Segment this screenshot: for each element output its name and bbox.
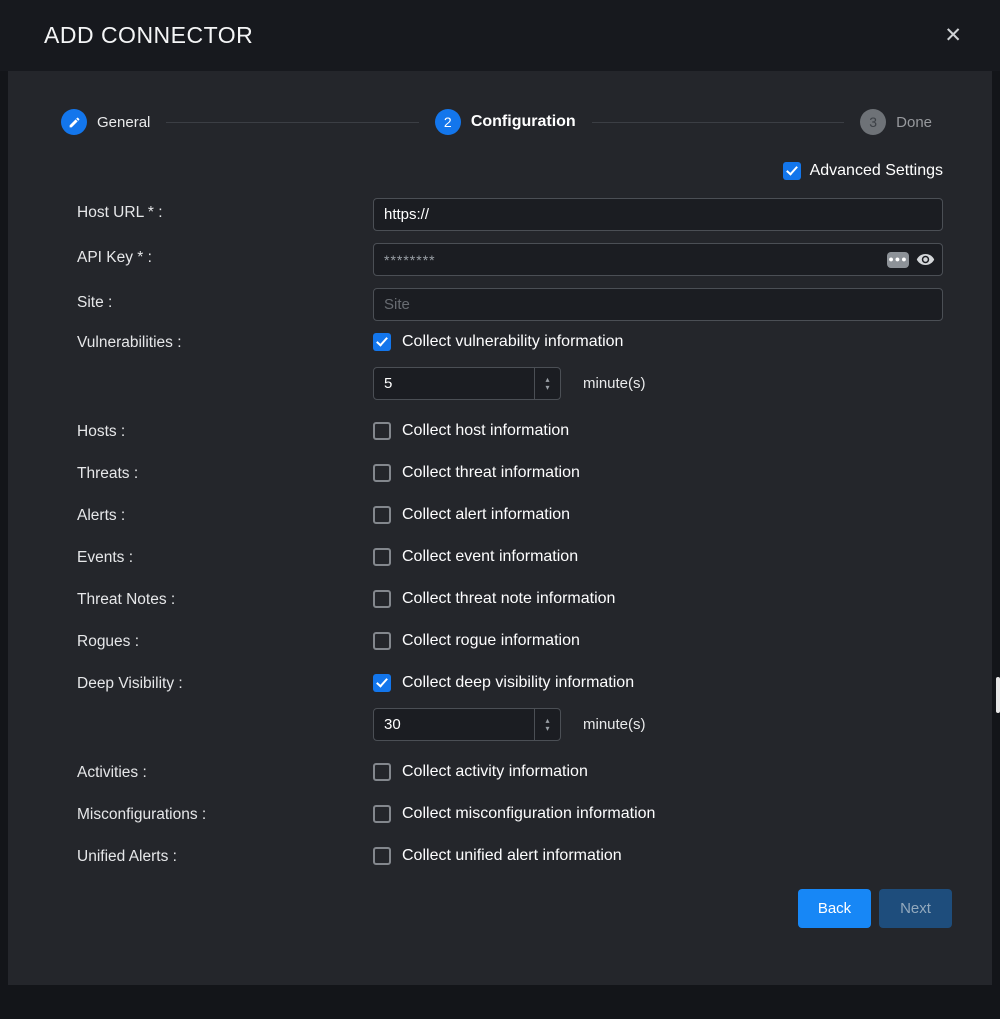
stepper: General 2 Configuration 3 Done: [8, 71, 992, 135]
step-done-circle: 3: [860, 109, 886, 135]
threats-checkbox[interactable]: [373, 464, 391, 482]
deep-visibility-interval-stepper: ▴ ▾: [373, 708, 561, 741]
close-icon[interactable]: ✕: [944, 25, 962, 46]
vulnerabilities-interval-stepper: ▴ ▾: [373, 367, 561, 400]
vulnerabilities-interval-unit: minute(s): [583, 375, 646, 392]
spinner-down-icon[interactable]: ▾: [545, 725, 549, 733]
advanced-settings-row: Advanced Settings: [8, 162, 992, 180]
misconfigurations-row: Misconfigurations : Collect misconfigura…: [77, 805, 943, 824]
alerts-checkbox-label: Collect alert information: [402, 506, 570, 524]
connector-form: Host URL * : API Key * : ●●●: [8, 198, 992, 866]
rogues-checkbox-label: Collect rogue information: [402, 632, 580, 650]
vulnerabilities-label: Vulnerabilities :: [77, 334, 182, 351]
hosts-checkbox-label: Collect host information: [402, 422, 569, 440]
rogues-checkbox[interactable]: [373, 632, 391, 650]
unified-alerts-checkbox[interactable]: [373, 847, 391, 865]
vulnerabilities-row: Vulnerabilities : Collect vulnerability …: [77, 333, 943, 400]
step-general[interactable]: General: [61, 109, 150, 135]
deep-visibility-row: Deep Visibility : Collect deep visibilit…: [77, 674, 943, 741]
unified-alerts-row: Unified Alerts : Collect unified alert i…: [77, 847, 943, 866]
step-done[interactable]: 3 Done: [860, 109, 932, 135]
scrollbar-thumb[interactable]: [996, 677, 1000, 713]
modal-title: ADD CONNECTOR: [44, 22, 253, 49]
site-input[interactable]: [373, 288, 943, 321]
misconfigurations-checkbox[interactable]: [373, 805, 391, 823]
unified-alerts-checkbox-label: Collect unified alert information: [402, 847, 622, 865]
advanced-settings-label: Advanced Settings: [810, 162, 943, 180]
step-general-circle: [61, 109, 87, 135]
activities-label: Activities :: [77, 764, 147, 781]
alerts-label: Alerts :: [77, 507, 125, 524]
hosts-checkbox[interactable]: [373, 422, 391, 440]
activities-checkbox-label: Collect activity information: [402, 763, 588, 781]
back-button[interactable]: Back: [798, 889, 871, 928]
rogues-label: Rogues :: [77, 633, 139, 650]
vulnerabilities-interval-input[interactable]: [374, 368, 534, 399]
stepper-connector: [166, 122, 418, 123]
host-url-input[interactable]: [373, 198, 943, 231]
events-checkbox[interactable]: [373, 548, 391, 566]
alerts-row: Alerts : Collect alert information: [77, 506, 943, 525]
ellipsis-icon[interactable]: ●●●: [887, 252, 909, 268]
vulnerabilities-checkbox-label: Collect vulnerability information: [402, 333, 623, 351]
threat-notes-label: Threat Notes :: [77, 591, 175, 608]
vulnerabilities-checkbox[interactable]: [373, 333, 391, 351]
advanced-settings-checkbox[interactable]: [783, 162, 801, 180]
threat-notes-row: Threat Notes : Collect threat note infor…: [77, 590, 943, 609]
threats-row: Threats : Collect threat information: [77, 464, 943, 483]
host-url-label: Host URL * :: [77, 204, 163, 221]
site-label: Site :: [77, 294, 112, 311]
unified-alerts-label: Unified Alerts :: [77, 848, 177, 865]
misconfigurations-label: Misconfigurations :: [77, 806, 206, 823]
site-row: Site :: [77, 288, 943, 321]
host-url-row: Host URL * :: [77, 198, 943, 231]
threats-checkbox-label: Collect threat information: [402, 464, 580, 482]
api-key-input[interactable]: [373, 243, 943, 276]
hosts-label: Hosts :: [77, 423, 125, 440]
api-key-row: API Key * : ●●●: [77, 243, 943, 276]
rogues-row: Rogues : Collect rogue information: [77, 632, 943, 651]
deep-visibility-label: Deep Visibility :: [77, 675, 183, 692]
threats-label: Threats :: [77, 465, 138, 482]
spinner-control[interactable]: ▴ ▾: [534, 368, 560, 399]
misconfigurations-checkbox-label: Collect misconfiguration information: [402, 805, 655, 823]
deep-visibility-interval-input[interactable]: [374, 709, 534, 740]
events-row: Events : Collect event information: [77, 548, 943, 567]
events-label: Events :: [77, 549, 133, 566]
alerts-checkbox[interactable]: [373, 506, 391, 524]
step-done-label: Done: [896, 114, 932, 131]
step-configuration[interactable]: 2 Configuration: [435, 109, 576, 135]
step-general-label: General: [97, 114, 150, 131]
footer: Back Next: [8, 889, 992, 928]
activities-checkbox[interactable]: [373, 763, 391, 781]
modal-header: ADD CONNECTOR ✕: [0, 0, 1000, 71]
spinner-control[interactable]: ▴ ▾: [534, 709, 560, 740]
next-button[interactable]: Next: [879, 889, 952, 928]
hosts-row: Hosts : Collect host information: [77, 422, 943, 441]
step-configuration-label: Configuration: [471, 113, 576, 131]
eye-icon[interactable]: [916, 250, 935, 269]
activities-row: Activities : Collect activity informatio…: [77, 763, 943, 782]
stepper-connector: [592, 122, 844, 123]
spinner-down-icon[interactable]: ▾: [545, 384, 549, 392]
events-checkbox-label: Collect event information: [402, 548, 578, 566]
modal-body: General 2 Configuration 3 Done Advanced …: [8, 71, 992, 985]
step-configuration-circle: 2: [435, 109, 461, 135]
api-key-label: API Key * :: [77, 249, 152, 266]
deep-visibility-checkbox[interactable]: [373, 674, 391, 692]
threat-notes-checkbox-label: Collect threat note information: [402, 590, 615, 608]
pencil-icon: [68, 116, 81, 129]
deep-visibility-checkbox-label: Collect deep visibility information: [402, 674, 634, 692]
deep-visibility-interval-unit: minute(s): [583, 716, 646, 733]
threat-notes-checkbox[interactable]: [373, 590, 391, 608]
